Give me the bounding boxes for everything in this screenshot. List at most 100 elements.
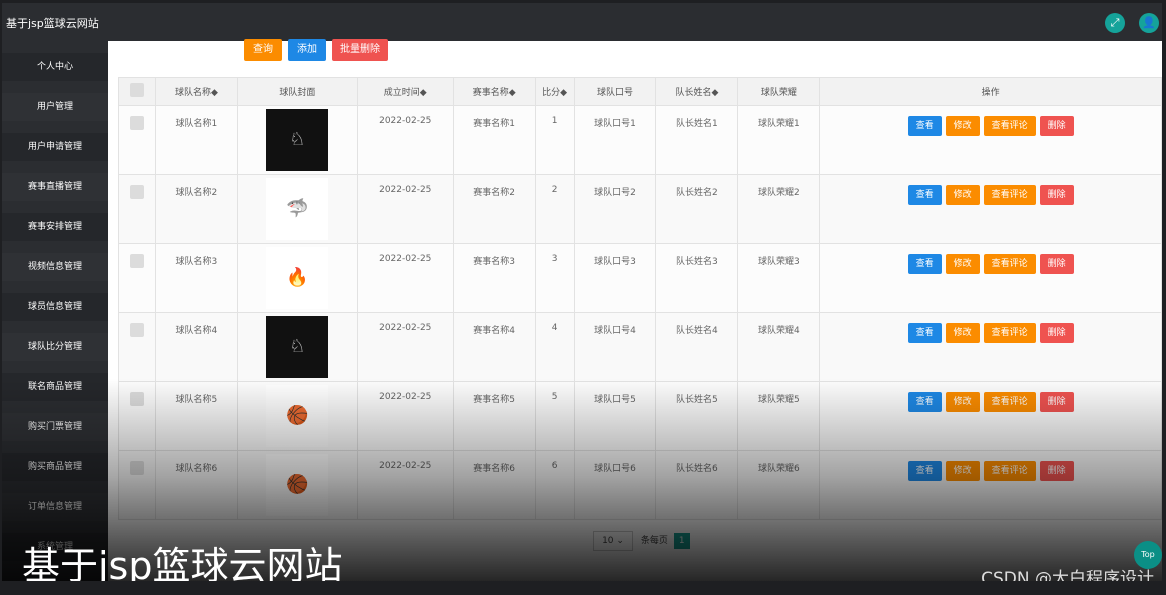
actions-cell: 查看 修改 查看评论 删除: [819, 174, 1162, 244]
sidebar-item-score[interactable]: 球队比分管理: [2, 333, 108, 361]
table-row: 球队名称1 ♘ 2022-02-25 赛事名称1 1 球队口号1 队长姓名1 球…: [118, 105, 1162, 175]
team-name-cell: 球队名称6: [154, 450, 238, 520]
team-name-cell: 球队名称1: [154, 105, 238, 175]
team-cover-image: 🦈: [266, 178, 329, 240]
team-name-cell: 球队名称4: [154, 312, 238, 382]
page-size-select[interactable]: 10 ⌄: [593, 531, 633, 551]
back-to-top-button[interactable]: Top: [1134, 541, 1162, 569]
row-checkbox[interactable]: [129, 461, 144, 475]
sidebar-item-player[interactable]: 球员信息管理: [2, 293, 108, 321]
team-table: 球队名称◆ 球队封面 成立时间◆ 赛事名称◆ 比分◆ 球队口号 队长姓名◆ 球队…: [118, 77, 1162, 520]
honor-cell: 球队荣耀3: [737, 243, 821, 313]
view-button[interactable]: 查看: [907, 116, 942, 136]
top-bar: 基于jsp篮球云网站 ⤢ 👤: [2, 3, 1162, 41]
team-cover-image: ♘: [266, 109, 329, 171]
slogan-cell: 球队口号1: [573, 105, 657, 175]
page-number-current[interactable]: 1: [673, 533, 690, 549]
honor-cell: 球队荣耀1: [737, 105, 821, 175]
header-match-name[interactable]: 赛事名称◆: [452, 77, 536, 106]
select-all-cell[interactable]: [118, 77, 156, 106]
header-team-name[interactable]: 球队名称◆: [154, 77, 238, 106]
slogan-cell: 球队口号4: [573, 312, 657, 382]
founded-cell: 2022-02-25: [356, 450, 454, 520]
view-comments-button[interactable]: 查看评论: [983, 392, 1036, 412]
view-comments-button[interactable]: 查看评论: [983, 323, 1036, 343]
table-row: 球队名称6 🏀 2022-02-25 赛事名称6 6 球队口号6 队长姓名6 球…: [118, 450, 1162, 520]
view-button[interactable]: 查看: [907, 461, 942, 481]
query-button[interactable]: 查询: [244, 39, 282, 61]
sidebar-item-profile[interactable]: 个人中心: [2, 53, 108, 81]
header-captain[interactable]: 队长姓名◆: [655, 77, 739, 106]
match-name-cell: 赛事名称4: [452, 312, 536, 382]
table-row: 球队名称4 ♘ 2022-02-25 赛事名称4 4 球队口号4 队长姓名4 球…: [118, 312, 1162, 382]
view-button[interactable]: 查看: [907, 323, 942, 343]
batch-delete-button[interactable]: 批量删除: [332, 39, 388, 61]
sidebar-item-users[interactable]: 用户管理: [2, 93, 108, 121]
team-cover-image: 🏀: [266, 454, 329, 516]
row-checkbox[interactable]: [129, 254, 144, 268]
header-team-cover: 球队封面: [236, 77, 358, 106]
captain-cell: 队长姓名2: [655, 174, 739, 244]
view-comments-button[interactable]: 查看评论: [983, 116, 1036, 136]
delete-button[interactable]: 删除: [1039, 254, 1074, 274]
view-comments-button[interactable]: 查看评论: [983, 185, 1036, 205]
sidebar-item-buy-goods[interactable]: 购买商品管理: [2, 453, 108, 481]
row-checkbox[interactable]: [129, 116, 144, 130]
row-checkbox[interactable]: [129, 185, 144, 199]
edit-button[interactable]: 修改: [945, 185, 980, 205]
edit-button[interactable]: 修改: [945, 116, 980, 136]
delete-button[interactable]: 删除: [1039, 116, 1074, 136]
fullscreen-icon[interactable]: ⤢: [1105, 13, 1125, 33]
sidebar-item-schedule[interactable]: 赛事安排管理: [2, 213, 108, 241]
table-row: 球队名称2 🦈 2022-02-25 赛事名称2 2 球队口号2 队长姓名2 球…: [118, 174, 1162, 244]
honor-cell: 球队荣耀5: [737, 381, 821, 451]
score-cell: 6: [534, 450, 575, 520]
edit-button[interactable]: 修改: [945, 461, 980, 481]
table-row: 球队名称3 🔥 2022-02-25 赛事名称3 3 球队口号3 队长姓名3 球…: [118, 243, 1162, 313]
add-button[interactable]: 添加: [288, 39, 326, 61]
row-checkbox[interactable]: [129, 323, 144, 337]
wolf-logo-icon: ♘: [289, 336, 306, 357]
header-slogan: 球队口号: [573, 77, 657, 106]
table-header: 球队名称◆ 球队封面 成立时间◆ 赛事名称◆ 比分◆ 球队口号 队长姓名◆ 球队…: [118, 77, 1162, 106]
view-button[interactable]: 查看: [907, 254, 942, 274]
score-cell: 3: [534, 243, 575, 313]
match-name-cell: 赛事名称5: [452, 381, 536, 451]
match-name-cell: 赛事名称6: [452, 450, 536, 520]
header-score[interactable]: 比分◆: [534, 77, 575, 106]
delete-button[interactable]: 删除: [1039, 392, 1074, 412]
edit-button[interactable]: 修改: [945, 323, 980, 343]
select-all-checkbox[interactable]: [129, 83, 144, 97]
row-checkbox[interactable]: [129, 392, 144, 406]
sidebar-item-live[interactable]: 赛事直播管理: [2, 173, 108, 201]
sidebar-item-tickets[interactable]: 购买门票管理: [2, 413, 108, 441]
actions-cell: 查看 修改 查看评论 删除: [819, 312, 1162, 382]
shark-logo-icon: 🦈: [286, 198, 309, 219]
edit-button[interactable]: 修改: [945, 254, 980, 274]
view-comments-button[interactable]: 查看评论: [983, 461, 1036, 481]
founded-cell: 2022-02-25: [356, 312, 454, 382]
edit-button[interactable]: 修改: [945, 392, 980, 412]
view-button[interactable]: 查看: [907, 185, 942, 205]
slogan-cell: 球队口号3: [573, 243, 657, 313]
honor-cell: 球队荣耀4: [737, 312, 821, 382]
view-button[interactable]: 查看: [907, 392, 942, 412]
sidebar-item-goods[interactable]: 联名商品管理: [2, 373, 108, 401]
user-icon[interactable]: 👤: [1139, 13, 1159, 33]
sidebar-item-user-apply[interactable]: 用户申请管理: [2, 133, 108, 161]
score-cell: 1: [534, 105, 575, 175]
captain-cell: 队长姓名3: [655, 243, 739, 313]
founded-cell: 2022-02-25: [356, 174, 454, 244]
delete-button[interactable]: 删除: [1039, 323, 1074, 343]
delete-button[interactable]: 删除: [1039, 461, 1074, 481]
sidebar-item-orders[interactable]: 订单信息管理: [2, 493, 108, 521]
view-comments-button[interactable]: 查看评论: [983, 254, 1036, 274]
captain-cell: 队长姓名4: [655, 312, 739, 382]
team-name-cell: 球队名称2: [154, 174, 238, 244]
actions-cell: 查看 修改 查看评论 删除: [819, 243, 1162, 313]
founded-cell: 2022-02-25: [356, 381, 454, 451]
header-actions: 操作: [819, 77, 1162, 106]
delete-button[interactable]: 删除: [1039, 185, 1074, 205]
header-founded[interactable]: 成立时间◆: [356, 77, 454, 106]
sidebar-item-video[interactable]: 视频信息管理: [2, 253, 108, 281]
